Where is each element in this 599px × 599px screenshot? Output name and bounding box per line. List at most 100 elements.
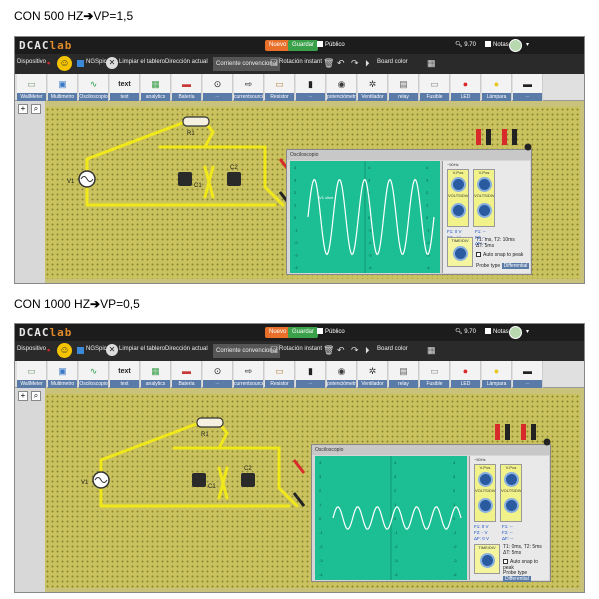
checkbox-icon[interactable]: ☐ — [270, 345, 278, 356]
resistor-r1[interactable] — [182, 116, 210, 127]
oscilloscope-window[interactable]: Osciloscopio 4 4 4 3 3 3 2 2 2 1 1 1 0 0 0 -1 -1 -1 -2 -2 -2-… — [286, 149, 532, 275]
palette-item[interactable]: ▤ relay — [389, 74, 419, 101]
differential-button[interactable]: Differential — [501, 263, 530, 269]
wire[interactable] — [277, 486, 299, 508]
palette-item[interactable]: ◉ potenciómetro — [327, 74, 357, 101]
capacitor-c2[interactable] — [241, 473, 255, 487]
save-button[interactable]: Guardar — [288, 40, 319, 51]
palette-item[interactable]: ∿ Osciloscopio — [79, 361, 109, 388]
terminal-plug[interactable] — [505, 424, 510, 440]
circuit[interactable]: V1 R1 C1 C2 — [55, 97, 325, 247]
palette-item[interactable]: ● LED — [451, 74, 481, 101]
chevron-down-icon[interactable]: ▾ — [526, 41, 529, 48]
board-color-button[interactable]: Board color — [377, 346, 408, 352]
terminal-plug[interactable] — [495, 424, 500, 440]
add-icon[interactable]: + — [18, 391, 28, 401]
oscilloscope-window[interactable]: Osciloscopio 4 4 4 3 3 3 2 2 2 1 1 1 0 0 0 -1 -1 -1 -2 -2 -2-… — [311, 444, 551, 582]
timebase-knob[interactable] — [453, 246, 468, 261]
play-icon[interactable]: ⏵ — [365, 58, 370, 69]
resistor-r1[interactable] — [196, 417, 224, 428]
probe-type-selector[interactable]: Probe type Differential — [503, 570, 549, 582]
palette-item[interactable]: ● LED — [451, 361, 481, 388]
clear-board-button[interactable]: Limpiar el tablero — [119, 346, 165, 352]
terminal-plug[interactable] — [502, 129, 507, 145]
clear-board-button[interactable]: Limpiar el tablero — [119, 59, 165, 65]
palette-item[interactable]: ▭ Fusible — [420, 74, 450, 101]
timebase-knob[interactable] — [480, 553, 495, 568]
timebase-controls[interactable]: TIME/DIV — [474, 544, 500, 574]
vpos-knob[interactable] — [451, 177, 466, 192]
device-icon[interactable]: ▪ — [47, 345, 50, 355]
clear-icon[interactable]: ✕ — [106, 344, 118, 356]
avatar[interactable] — [509, 326, 522, 339]
palette-item[interactable]: ▬ ∙∙∙ — [513, 361, 543, 388]
vpos-knob[interactable] — [504, 472, 519, 487]
capacitor-c1[interactable] — [178, 172, 192, 186]
redo-icon[interactable]: ↷ — [351, 58, 359, 69]
trash-icon[interactable]: 🗑︎ — [323, 58, 334, 69]
play-icon[interactable]: ⏵ — [365, 345, 370, 356]
circuit[interactable]: V1 R1 C1 C2 — [69, 398, 339, 548]
terminal-plug[interactable] — [486, 129, 491, 145]
checkbox-icon[interactable]: ☐ — [270, 58, 278, 69]
notes-checkbox[interactable]: Notas — [485, 328, 509, 335]
undo-icon[interactable]: ↶ — [337, 58, 345, 69]
public-checkbox[interactable]: Público — [317, 41, 345, 48]
redo-icon[interactable]: ↷ — [351, 345, 359, 356]
palette-item[interactable]: text text — [110, 361, 140, 388]
ngspice-checkbox[interactable] — [77, 347, 84, 354]
add-icon[interactable]: + — [18, 104, 28, 114]
probe-terminals[interactable] — [472, 127, 542, 153]
probe-terminals[interactable] — [491, 422, 561, 448]
palette-item[interactable]: ▬ Batería — [172, 361, 202, 388]
new-button[interactable]: Nuevo — [265, 40, 291, 51]
terminal-plug[interactable] — [512, 129, 517, 145]
undo-icon[interactable]: ↶ — [337, 345, 345, 356]
volts-div-knob[interactable] — [477, 203, 492, 218]
wire[interactable] — [263, 185, 285, 207]
palette-item[interactable]: ▮ ∙∙∙ — [296, 361, 326, 388]
vpos-knob[interactable] — [477, 177, 492, 192]
capacitor-c1[interactable] — [192, 473, 206, 487]
settings-icon[interactable]: ▦ — [427, 345, 436, 356]
smiley-icon[interactable]: ☺ — [57, 56, 72, 71]
wire[interactable] — [217, 431, 229, 450]
palette-item[interactable]: ⊙ ∙∙∙ — [203, 361, 233, 388]
ngspice-checkbox[interactable] — [77, 60, 84, 67]
palette-item[interactable]: ✲ Ventilador — [358, 361, 388, 388]
capacitor-c2[interactable] — [227, 172, 241, 186]
channel-2-controls[interactable]: V-Pos VOLTS/DIV — [473, 169, 495, 227]
palette-item[interactable]: ⇨ currentsource — [234, 361, 264, 388]
palette-item[interactable]: ▣ Multimetro — [48, 361, 78, 388]
wire[interactable] — [203, 130, 215, 149]
palette-item[interactable]: ◉ potenciómetro — [327, 361, 357, 388]
channel-1-controls[interactable]: V-Pos VOLTS/DIV — [474, 464, 496, 522]
smiley-icon[interactable]: ☺ — [57, 343, 72, 358]
palette-item[interactable]: ▦ analytics — [141, 361, 171, 388]
trash-icon[interactable]: 🗑︎ — [323, 345, 334, 356]
clear-icon[interactable]: ✕ — [106, 57, 118, 69]
public-checkbox[interactable]: Público — [317, 328, 345, 335]
board-color-button[interactable]: Board color — [377, 59, 408, 65]
wire[interactable] — [99, 421, 201, 462]
channel-2-controls[interactable]: V-Pos VOLTS/DIV — [500, 464, 522, 522]
auto-snap-checkbox[interactable]: Auto snap to peak — [476, 252, 523, 258]
terminal-plug[interactable] — [476, 129, 481, 145]
palette-item[interactable]: ▭ WallMeter — [17, 361, 47, 388]
volts-div-knob[interactable] — [478, 498, 493, 513]
palette-item[interactable]: ▭ Resistor — [265, 361, 295, 388]
probe-red[interactable] — [292, 459, 306, 474]
save-button[interactable]: Guardar — [288, 327, 319, 338]
terminal-plug[interactable] — [531, 424, 536, 440]
palette-item[interactable]: ● Lámpara — [482, 74, 512, 101]
differential-button[interactable]: Differential — [503, 576, 531, 582]
volts-div-knob[interactable] — [504, 498, 519, 513]
probe-type-selector[interactable]: Probe type Differential — [476, 263, 530, 269]
volts-div-knob[interactable] — [451, 203, 466, 218]
zoom-icon[interactable]: ⌕ — [31, 104, 41, 114]
chevron-down-icon[interactable]: ▾ — [526, 328, 529, 335]
palette-item[interactable]: ✲ Ventilador — [358, 74, 388, 101]
device-menu[interactable]: Dispositivo — [17, 59, 46, 65]
zoom-icon[interactable]: ⌕ — [31, 391, 41, 401]
palette-item[interactable]: ▤ relay — [389, 361, 419, 388]
